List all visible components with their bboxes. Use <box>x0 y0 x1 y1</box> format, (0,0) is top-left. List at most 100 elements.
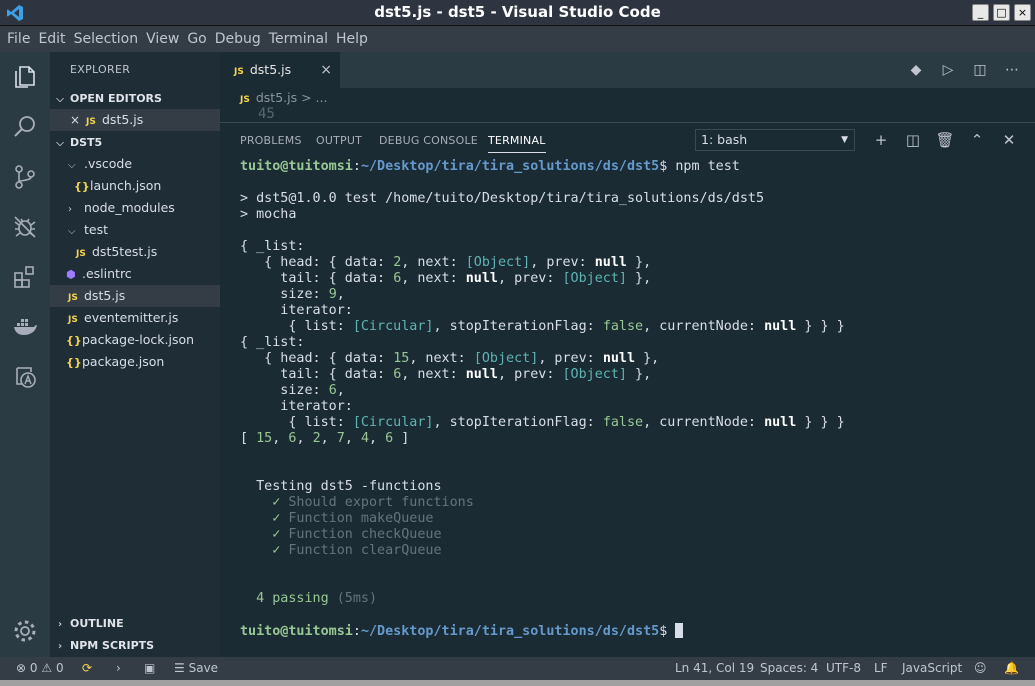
tree-item-label: dst5test.js <box>92 244 158 259</box>
tree-item-label: .eslintrc <box>82 266 132 281</box>
menu-view[interactable]: View <box>142 31 183 47</box>
tree-item-label: package.json <box>82 354 165 369</box>
menu-file[interactable]: File <box>3 31 34 47</box>
gear-icon[interactable] <box>12 618 38 644</box>
menu-debug[interactable]: Debug <box>211 31 265 47</box>
tree-item-eslintrc[interactable]: ⬢ .eslintrc <box>50 263 220 285</box>
extensions-icon[interactable] <box>12 264 38 290</box>
chevron-up-icon[interactable]: ⌃ <box>966 129 988 151</box>
open-editors-header[interactable]: ⌵ OPEN EDITORS <box>50 88 220 110</box>
breadcrumb-more[interactable]: > ... <box>301 90 327 105</box>
tree-item-package-json[interactable]: {}package.json <box>50 351 220 373</box>
search-icon[interactable] <box>12 114 38 140</box>
chevron-right-icon[interactable]: › <box>116 657 121 680</box>
debug-icon[interactable] <box>12 214 38 240</box>
run-icon[interactable]: ▷ <box>939 61 957 79</box>
problems-status[interactable]: ⊗ 0 ⚠ 0 <box>16 657 64 680</box>
tree-item-label: package-lock.json <box>82 332 195 347</box>
menu-help[interactable]: Help <box>332 31 372 47</box>
indentation[interactable]: Spaces: 4 <box>760 657 818 680</box>
tree-item-eventemitter-js[interactable]: JS eventemitter.js <box>50 307 220 329</box>
js-file-icon: JS <box>76 249 86 259</box>
warning-count: 0 <box>55 661 64 675</box>
terminal-text: null <box>602 351 636 366</box>
tree-item-dst5test-js[interactable]: JS dst5test.js <box>50 241 220 263</box>
language-mode[interactable]: JavaScript <box>902 657 962 680</box>
js-file-icon: JS <box>234 67 244 77</box>
terminal-icon[interactable]: ▣ <box>144 657 155 680</box>
terminal-text: null <box>764 319 797 334</box>
terminal-text: iterator: <box>240 303 353 318</box>
npm-scripts-header[interactable]: › NPM SCRIPTS <box>50 635 220 657</box>
breadcrumb-file[interactable]: dst5.js <box>256 90 297 105</box>
feedback-icon[interactable]: ☺ <box>974 657 987 680</box>
new-terminal-icon[interactable]: + <box>870 129 892 151</box>
menu-terminal[interactable]: Terminal <box>265 31 332 47</box>
tab-terminal[interactable]: TERMINAL <box>488 134 546 153</box>
tab-output[interactable]: OUTPUT <box>316 134 362 147</box>
tab-problems[interactable]: PROBLEMS <box>240 134 302 147</box>
terminal-line: iterator: <box>240 399 1030 415</box>
error-count: 0 <box>29 661 38 675</box>
terminal-text: , <box>296 431 313 446</box>
close-window-button[interactable]: × <box>1014 4 1031 21</box>
menu-edit[interactable]: Edit <box>34 31 69 47</box>
azure-icon[interactable] <box>12 364 38 390</box>
terminal-text: }, <box>627 255 652 270</box>
bottom-panel: PROBLEMS OUTPUT DEBUG CONSOLE TERMINAL 1… <box>220 122 1035 657</box>
terminal-text: 4 passing <box>240 591 337 606</box>
terminal-text: [Object] <box>465 255 531 270</box>
close-icon[interactable]: × <box>70 109 86 131</box>
tree-item-launch-json[interactable]: {}launch.json <box>50 175 220 197</box>
terminal-text: size: <box>240 383 329 398</box>
terminal-output[interactable]: tuito@tuitomsi:~/Desktop/tira/tira_solut… <box>240 159 1030 639</box>
terminal-line: 4 passing (5ms) <box>240 591 1030 607</box>
minimize-button[interactable]: _ <box>972 4 989 21</box>
outline-header[interactable]: › OUTLINE <box>50 613 220 635</box>
tree-item-node-modules[interactable]: › node_modules <box>50 197 220 219</box>
terminal-text: false <box>602 319 644 334</box>
tree-item-dst5-js[interactable]: JS dst5.js <box>50 285 220 307</box>
breadcrumb: JS dst5.js > ... <box>240 90 327 105</box>
folder-header[interactable]: ⌵ DST5 <box>50 132 220 154</box>
close-tab-icon[interactable]: × <box>320 52 332 88</box>
files-icon[interactable] <box>12 64 38 90</box>
encoding[interactable]: UTF-8 <box>826 657 861 680</box>
close-panel-icon[interactable]: ✕ <box>998 129 1020 151</box>
terminal-line: { head: { data: 2, next: [Object], prev:… <box>240 255 1030 271</box>
git-compare-icon[interactable]: ◆ <box>907 61 925 79</box>
explorer-sidebar: EXPLORER ⌵ OPEN EDITORS × JS dst5.js ⌵ DST5 … <box>50 52 220 657</box>
terminal-text: , prev: <box>498 271 563 286</box>
line-ending[interactable]: LF <box>874 657 888 680</box>
sync-icon[interactable]: ⟳ <box>82 657 92 680</box>
docker-icon[interactable] <box>12 314 38 340</box>
terminal-text: { head: { data: <box>240 351 394 366</box>
explorer-title: EXPLORER <box>70 63 131 76</box>
tree-item-label: eventemitter.js <box>84 310 179 325</box>
cursor-position[interactable]: Ln 41, Col 19 <box>675 657 754 680</box>
tree-item-vscode[interactable]: ⌵ .vscode <box>50 153 220 175</box>
tree-item-label: dst5.js <box>84 288 126 303</box>
source-control-icon[interactable] <box>12 164 38 190</box>
tree-item-package-lock-json[interactable]: {}package-lock.json <box>50 329 220 351</box>
maximize-button[interactable]: □ <box>993 4 1010 21</box>
tree-item-test[interactable]: ⌵ test <box>50 219 220 241</box>
terminal-text: iterator: <box>240 399 353 414</box>
menu-selection[interactable]: Selection <box>70 31 143 47</box>
split-editor-icon[interactable]: ◫ <box>971 61 989 79</box>
open-editor-item[interactable]: × JS dst5.js <box>50 109 220 131</box>
trash-icon[interactable]: 🗑 <box>934 129 956 151</box>
tab-debug-console[interactable]: DEBUG CONSOLE <box>379 134 478 147</box>
bell-icon[interactable]: 🔔 <box>1004 657 1019 680</box>
terminal-text: > dst5@1.0.0 test /home/tuito/Desktop/ti… <box>240 191 765 206</box>
split-terminal-icon[interactable]: ◫ <box>902 129 924 151</box>
terminal-line: > dst5@1.0.0 test /home/tuito/Desktop/ti… <box>240 191 1030 207</box>
tab-dst5-js[interactable]: JS dst5.js × <box>220 52 340 88</box>
menu-go[interactable]: Go <box>183 31 210 47</box>
terminal-select[interactable]: 1: bash ▼ <box>695 129 855 151</box>
warning-icon: ⚠ <box>41 661 53 675</box>
eslint-icon: ⬢ <box>66 268 76 281</box>
save-status[interactable]: ☰ Save <box>174 657 218 680</box>
more-actions-icon[interactable]: ⋯ <box>1003 61 1021 79</box>
